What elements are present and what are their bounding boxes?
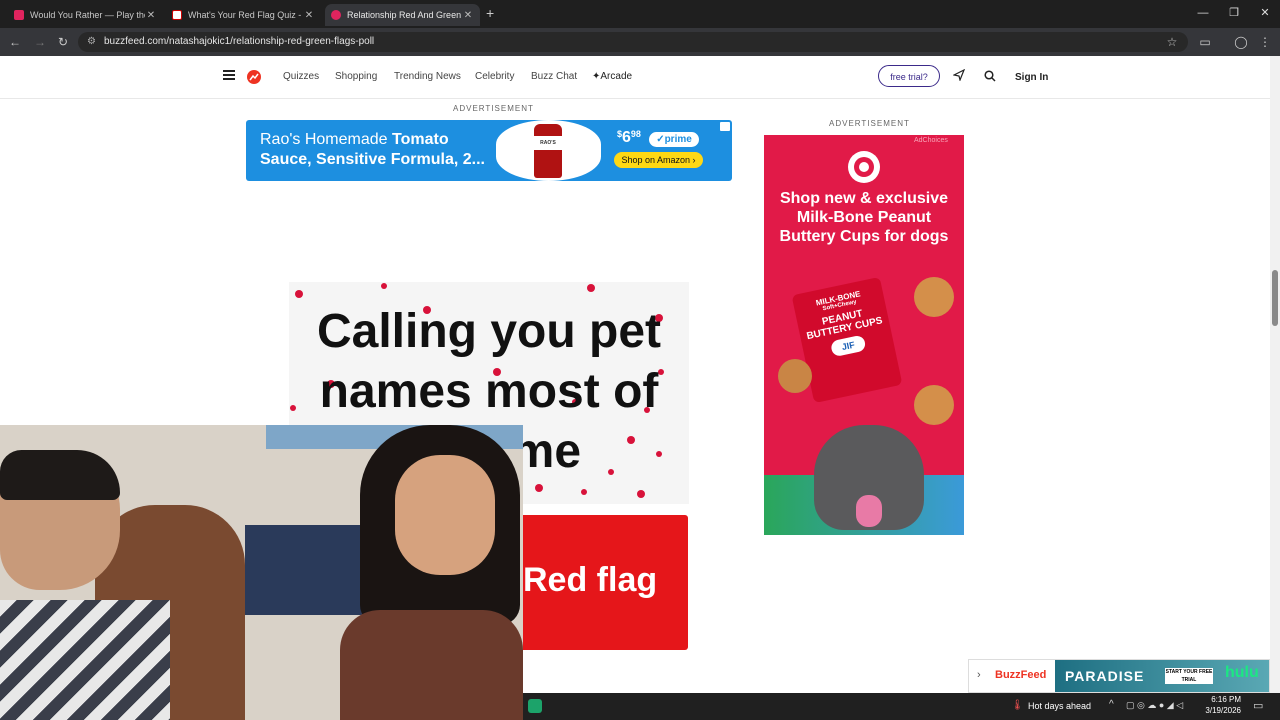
start-trial-button[interactable]: START YOUR FREE TRIAL	[1165, 668, 1213, 684]
nav-buzz-chat[interactable]: Buzz Chat	[531, 71, 577, 82]
address-bar[interactable]: ⚙ buzzfeed.com/natashajokic1/relationshi…	[78, 32, 1188, 52]
restore-icon[interactable]: ❐	[1224, 5, 1244, 21]
adchoices-link[interactable]: AdChoices	[914, 137, 948, 144]
notification-icon[interactable]: ▭	[1253, 699, 1263, 712]
shop-on-amazon-button[interactable]: Shop on Amazon ›	[614, 152, 703, 168]
hamburger-menu-icon[interactable]	[223, 70, 235, 80]
nav-arcade-label: Arcade	[600, 71, 633, 82]
sauce-jar-image: RAO'S	[534, 124, 562, 178]
person-left-image	[0, 450, 170, 720]
treat-cup-image	[914, 385, 954, 425]
reading-mode-icon[interactable]: ▭	[1197, 34, 1213, 50]
jif-logo: JIF	[829, 334, 867, 358]
forward-icon[interactable]: →	[32, 34, 48, 50]
red-flag-label: Red flag	[523, 561, 658, 599]
tab-favicon	[14, 10, 24, 20]
nav-arcade[interactable]: ✦Arcade	[592, 71, 632, 82]
price-main: 6	[622, 129, 631, 146]
send-icon[interactable]	[952, 68, 966, 84]
tower-headline: Shop new & exclusive Milk-Bone Peanut Bu…	[779, 190, 949, 245]
search-icon[interactable]	[984, 69, 996, 87]
ad-text-line2: Sauce, Sensitive Formula, 2...	[260, 151, 485, 168]
site-info-icon[interactable]: ⚙	[87, 32, 96, 52]
price-cents: 98	[630, 129, 641, 139]
prime-badge: ✓prime	[649, 132, 699, 147]
sign-in-link[interactable]: Sign In	[1015, 72, 1048, 83]
dog-image	[814, 425, 924, 530]
target-tower-ad[interactable]: AdChoices Shop new & exclusive Milk-Bone…	[764, 135, 964, 535]
ad-label-tower: ADVERTISEMENT	[829, 119, 910, 128]
tab-favicon	[331, 10, 341, 20]
tab-title: Relationship Red And Green Fla	[347, 10, 462, 20]
browser-tab-2[interactable]: What's Your Red Flag Quiz - wi ✕	[166, 4, 321, 26]
back-icon[interactable]: ←	[7, 34, 23, 50]
hulu-logo: hulu	[1225, 664, 1259, 681]
jar-label: RAO'S	[534, 136, 562, 150]
weather-text[interactable]: Hot days ahead	[1028, 701, 1091, 711]
ad-text-bold: Tomato	[392, 131, 449, 148]
page-scrollbar[interactable]	[1270, 56, 1280, 693]
tab-favicon	[172, 10, 182, 20]
site-header: Quizzes Shopping Trending News Celebrity…	[0, 56, 1270, 99]
reload-icon[interactable]: ↻	[55, 34, 71, 50]
tab-strip: Would You Rather — Play the G ✕ What's Y…	[0, 0, 1280, 28]
thermometer-icon: 🌡	[1011, 700, 1024, 711]
treat-cup-image	[914, 277, 954, 317]
system-tray-icons[interactable]: ▢ ◎ ☁ ● ◢ ◁	[1126, 700, 1183, 711]
close-window-icon[interactable]: ✕	[1255, 5, 1275, 21]
person-right-image	[340, 425, 523, 720]
scrollbar-thumb[interactable]	[1272, 270, 1278, 326]
amazon-banner-ad[interactable]: Rao's Homemade Tomato Sauce, Sensitive F…	[246, 120, 732, 181]
footer-ad-bar[interactable]: › BuzzFeed PARADISE START YOUR FREE TRIA…	[968, 659, 1270, 693]
profile-icon[interactable]: ◯	[1233, 34, 1249, 50]
url-text: buzzfeed.com/natashajokic1/relationship-…	[104, 36, 375, 47]
close-tab-icon[interactable]: ✕	[462, 10, 474, 21]
nav-quizzes[interactable]: Quizzes	[283, 71, 319, 82]
close-tab-icon[interactable]: ✕	[303, 10, 315, 21]
taskbar: 🌡 Hot days ahead ^ ▢ ◎ ☁ ● ◢ ◁ 6:16 PM 3…	[523, 693, 1280, 720]
treat-cup-image	[778, 359, 812, 393]
buzzfeed-logo-icon[interactable]	[247, 70, 261, 84]
tab-title: Would You Rather — Play the G	[30, 10, 145, 20]
close-tab-icon[interactable]: ✕	[145, 10, 157, 21]
clock-time[interactable]: 6:16 PM	[1203, 695, 1241, 704]
ad-price: $698	[617, 129, 641, 147]
free-trial-button[interactable]: free trial?	[878, 65, 940, 87]
adchoices-icon[interactable]	[720, 122, 730, 131]
ad-label: ADVERTISEMENT	[453, 104, 534, 113]
ad-headline: Rao's Homemade Tomato Sauce, Sensitive F…	[260, 130, 500, 170]
promo-title: PARADISE	[1065, 668, 1145, 684]
nav-celebrity[interactable]: Celebrity	[475, 71, 514, 82]
nav-shopping[interactable]: Shopping	[335, 71, 377, 82]
nav-trending-news[interactable]: Trending News	[394, 71, 461, 82]
clock-date[interactable]: 3/19/2026	[1201, 706, 1241, 715]
bookmark-star-icon[interactable]: ☆	[1164, 34, 1180, 50]
hulu-ad-image[interactable]: PARADISE START YOUR FREE TRIAL hulu	[1055, 660, 1269, 692]
browser-tab-1[interactable]: Would You Rather — Play the G ✕	[8, 4, 163, 26]
chevron-up-icon[interactable]: ^	[1109, 699, 1114, 710]
chevron-right-icon[interactable]: ›	[977, 669, 981, 681]
ad-text-plain: Rao's Homemade	[260, 131, 392, 148]
buzzfeed-wordmark: BuzzFeed	[995, 669, 1047, 681]
target-logo-icon	[848, 151, 880, 183]
app-taskbar-icon[interactable]	[528, 699, 542, 713]
browser-tab-3-active[interactable]: Relationship Red And Green Fla ✕	[325, 4, 480, 26]
webcam-overlay	[0, 425, 523, 720]
menu-kebab-icon[interactable]: ⋮	[1257, 34, 1273, 50]
minimize-icon[interactable]: —	[1193, 5, 1213, 21]
new-tab-button[interactable]: +	[486, 5, 494, 21]
tab-title: What's Your Red Flag Quiz - wi	[188, 10, 303, 20]
